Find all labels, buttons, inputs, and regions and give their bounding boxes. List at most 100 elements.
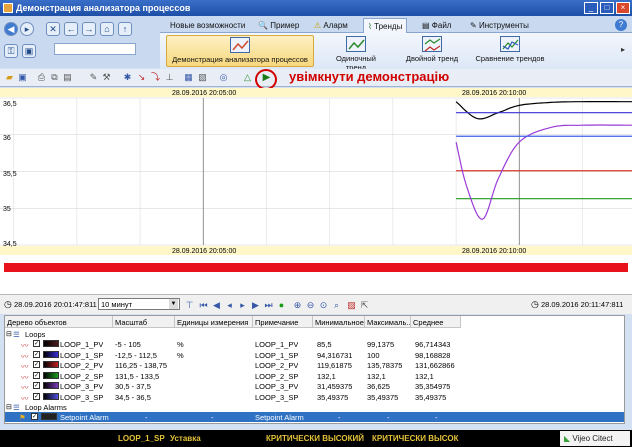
minimize-button[interactable]: _	[584, 2, 598, 14]
folder-icon: ☰	[13, 330, 20, 339]
process-analyst-demo-button[interactable]: Демонстрация анализатора процессов	[166, 35, 314, 67]
axis-icon[interactable]: ⊥	[164, 72, 175, 83]
pen-color-swatch	[43, 371, 59, 379]
pen-checkbox[interactable]: ✓	[33, 350, 40, 358]
duration-select[interactable]: 10 минут ▼	[98, 298, 180, 310]
address-input[interactable]	[54, 43, 136, 55]
pen-checkbox[interactable]: ✓	[33, 382, 40, 389]
close-page-icon[interactable]: ✕	[46, 22, 60, 36]
alarm-row-setpoint[interactable]: ⚑ ✓ Setpoint Alarm - - Setpoint Alarm - …	[5, 412, 624, 422]
bottom-timestamp-0: 28.09.2016 20:05:00	[172, 248, 236, 255]
compare-trends-button[interactable]: Сравнение трендов	[474, 35, 546, 67]
marker-icon[interactable]: ⤵	[150, 72, 161, 83]
last-icon[interactable]: ⏭	[263, 300, 274, 311]
pen-color-swatch	[43, 361, 59, 368]
properties-icon[interactable]: ✎	[88, 72, 99, 83]
cell-scale: 131,5 - 133,5	[115, 371, 160, 381]
wrench-icon[interactable]: ⚒	[101, 72, 112, 83]
trend-nav-icon[interactable]: ⊤	[184, 300, 195, 311]
pen-checkbox[interactable]: ✓	[33, 361, 40, 368]
col-min[interactable]: Минимальное	[313, 316, 365, 328]
copy-icon[interactable]: ⧉	[49, 72, 60, 83]
zoom-area-icon[interactable]: ⊙	[318, 300, 329, 311]
first-icon[interactable]: ⏮	[198, 300, 209, 311]
trend-chart[interactable]: 28.09.2016 20:05:00 28.09.2016 20:10:00 …	[0, 88, 632, 256]
table-row[interactable]: 〰 ✓ LOOP_2_PV 116,25 - 138,75 LOOP_2_PV 119,6…	[5, 360, 624, 371]
close-button[interactable]: ×	[616, 2, 630, 14]
undo-zoom-icon[interactable]: ⇱	[359, 300, 370, 311]
ribbon-scroll-icon[interactable]: ▸	[621, 45, 625, 54]
open-icon[interactable]: ▰	[4, 72, 15, 83]
table-row[interactable]: 〰 ✓ LOOP_1_SP -12,5 - 112,5% LOOP_1_SP 94,316…	[5, 350, 624, 361]
help-toolbar-icon[interactable]: ◎	[218, 72, 229, 83]
cell-avg: 35,354975	[415, 382, 451, 391]
pen-icon[interactable]: ↘	[136, 72, 147, 83]
paste-icon[interactable]: ▤	[62, 72, 73, 83]
collapse-icon[interactable]: ⊟	[6, 403, 12, 411]
zoom-reset-icon[interactable]: ▨	[346, 300, 357, 311]
tab-example[interactable]: 🔍 Пример	[254, 18, 303, 33]
network-icon[interactable]: ▣	[22, 44, 36, 58]
back-icon[interactable]: ←	[64, 22, 78, 36]
group-row-loop-alarms[interactable]: ⊟ ☰ Loop Alarms	[5, 402, 624, 412]
save-icon[interactable]: ▣	[17, 72, 28, 83]
tab-trends[interactable]: ⌇ Тренды	[363, 18, 408, 34]
single-trend-button[interactable]: Одиночный тренд	[326, 35, 386, 72]
zoom-fit-icon[interactable]: ⌕	[331, 300, 342, 311]
step-forward-icon[interactable]: ▸	[237, 300, 248, 311]
col-avg[interactable]: Среднее	[411, 316, 461, 328]
cell-name: LOOP_2_SP	[60, 371, 104, 381]
end-time[interactable]: 28.09.2016 20:11:47:811	[541, 300, 623, 309]
table-row[interactable]: 〰 ✓ LOOP_3_SP 34,5 - 36,5 LOOP_3_SP 35,49375 3…	[5, 392, 624, 403]
table-row[interactable]: 〰 ✓ LOOP_1_PV -5 - 105% LOOP_1_PV 85,5 99,1375…	[5, 339, 624, 350]
tab-file[interactable]: ▤ Файл	[418, 18, 455, 33]
trend-plot[interactable]: 28.09.2016 20:05:00 28.09.2016 20:10:00 …	[0, 88, 632, 256]
col-scale[interactable]: Масштаб	[113, 316, 175, 328]
print-icon[interactable]: ⎙	[36, 72, 47, 83]
group-row-loops[interactable]: ⊟ ☰ Loops	[5, 329, 624, 339]
pen-checkbox[interactable]: ✓	[33, 392, 40, 400]
back-nav-icon[interactable]: ◀	[4, 22, 18, 36]
col-note[interactable]: Примечание	[253, 316, 313, 328]
zoom-out-icon[interactable]: ⊖	[305, 300, 316, 311]
cursor-icon[interactable]: ✱	[122, 72, 133, 83]
tab-new-features[interactable]: Новые возможности	[166, 18, 249, 33]
home-icon[interactable]: ⌂	[100, 22, 114, 36]
tab-alarms[interactable]: ⚠ Аларм	[310, 18, 352, 33]
rewind-icon[interactable]: ◀	[211, 300, 222, 311]
step-back-icon[interactable]: ◂	[224, 300, 235, 311]
collapse-icon[interactable]: ⊟	[6, 330, 12, 338]
layout-icon[interactable]: ▧	[197, 72, 208, 83]
double-trend-button[interactable]: Двойной тренд	[404, 35, 460, 67]
forward-icon[interactable]: →	[82, 22, 96, 36]
table-row[interactable]: 〰 ✓ LOOP_2_SP 131,5 - 133,5 LOOP_2_SP 132,1 13…	[5, 371, 624, 382]
cell-avg: 131,662866	[415, 361, 455, 370]
start-time[interactable]: 28.09.2016 20:01:47:811	[14, 300, 97, 309]
cell-units: %	[177, 340, 184, 349]
triangle-icon[interactable]: △	[242, 72, 253, 83]
col-object-tree[interactable]: Дерево объектов	[5, 316, 113, 328]
warning-icon: ⚠	[314, 21, 322, 30]
maximize-button[interactable]: □	[600, 2, 614, 14]
cell-min: 35,49375	[317, 392, 349, 402]
zoom-in-icon[interactable]: ⊕	[292, 300, 303, 311]
quick-access-area: ◀ ▸ ✕ ← → ⌂ ↑ ⚿ ▣	[0, 16, 160, 68]
help-icon[interactable]: ?	[615, 19, 627, 31]
col-max[interactable]: Максималь...	[365, 316, 411, 328]
cell-note: LOOP_3_SP	[255, 392, 299, 402]
grid-icon[interactable]: ▦	[183, 72, 194, 83]
cell-min: 94,316731	[317, 350, 353, 360]
fast-forward-icon[interactable]: ▶	[250, 300, 261, 311]
col-units[interactable]: Единицы измерения	[175, 316, 253, 328]
cell-name: LOOP_1_SP	[60, 350, 104, 360]
live-icon[interactable]: ●	[276, 300, 287, 311]
up-icon[interactable]: ↑	[118, 22, 132, 36]
chevron-down-icon: ▼	[169, 299, 178, 309]
login-icon[interactable]: ⚿	[4, 44, 18, 58]
table-row[interactable]: 〰 ✓ LOOP_3_PV 30,5 - 37,5 LOOP_3_PV 31,459375…	[5, 381, 624, 392]
pen-checkbox[interactable]: ✓	[33, 371, 40, 379]
pen-checkbox[interactable]: ✓	[33, 340, 40, 347]
forward-nav-icon[interactable]: ▸	[20, 22, 34, 36]
alarm-checkbox[interactable]: ✓	[31, 413, 38, 420]
tab-tools[interactable]: ✎ Инструменты	[466, 18, 533, 33]
